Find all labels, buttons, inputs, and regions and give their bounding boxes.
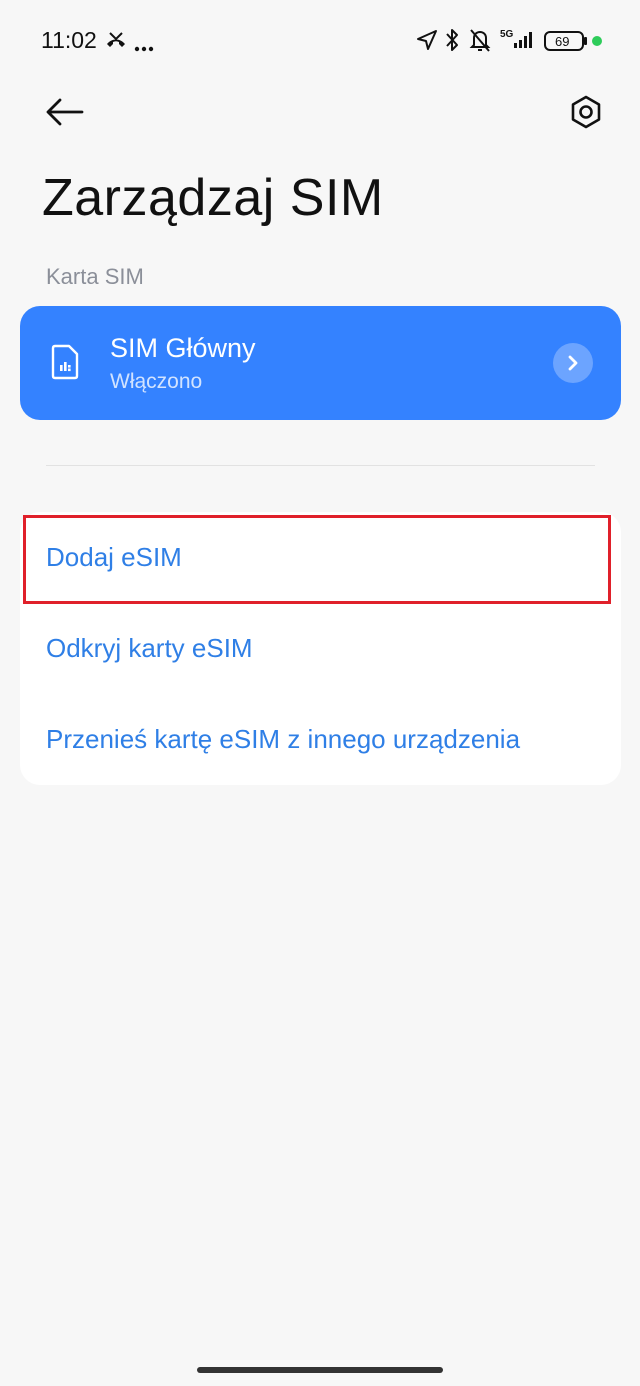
sim-status: Włączono (110, 370, 203, 393)
missed-call-icon (104, 30, 128, 55)
back-button[interactable] (40, 90, 88, 134)
status-bar: 11:02 5G 69 (0, 0, 640, 82)
svg-text:69: 69 (555, 34, 569, 49)
page-title: Zarządzaj SIM (42, 169, 384, 227)
chevron-right-icon (553, 343, 593, 383)
svg-text:5G: 5G (500, 29, 514, 40)
sim-name: SIM Główny (110, 333, 256, 363)
location-icon (416, 29, 438, 56)
status-dot (592, 36, 602, 46)
add-esim-button[interactable]: Dodaj eSIM (20, 512, 621, 603)
settings-button[interactable] (562, 90, 610, 134)
mute-bell-icon (468, 27, 492, 58)
more-dots-icon (134, 39, 154, 57)
discover-esim-button[interactable]: Odkryj karty eSIM (20, 603, 621, 694)
esim-options-card: Dodaj eSIM Odkryj karty eSIM Przenieś ka… (20, 512, 621, 785)
bluetooth-icon (444, 27, 460, 58)
divider (46, 465, 595, 466)
sim-card-icon (50, 344, 80, 385)
home-indicator[interactable] (197, 1367, 443, 1373)
arrow-left-icon (46, 98, 84, 126)
gear-icon (571, 95, 601, 129)
top-nav (0, 82, 640, 142)
section-label-sim: Karta SIM (46, 264, 144, 289)
sim-card-primary[interactable]: SIM Główny Włączono (20, 306, 621, 420)
transfer-esim-button[interactable]: Przenieś kartę eSIM z innego urządzenia (20, 694, 621, 785)
battery-icon: 69 (544, 30, 588, 57)
signal-5g-icon: 5G (498, 27, 536, 56)
status-time: 11:02 (41, 27, 97, 53)
